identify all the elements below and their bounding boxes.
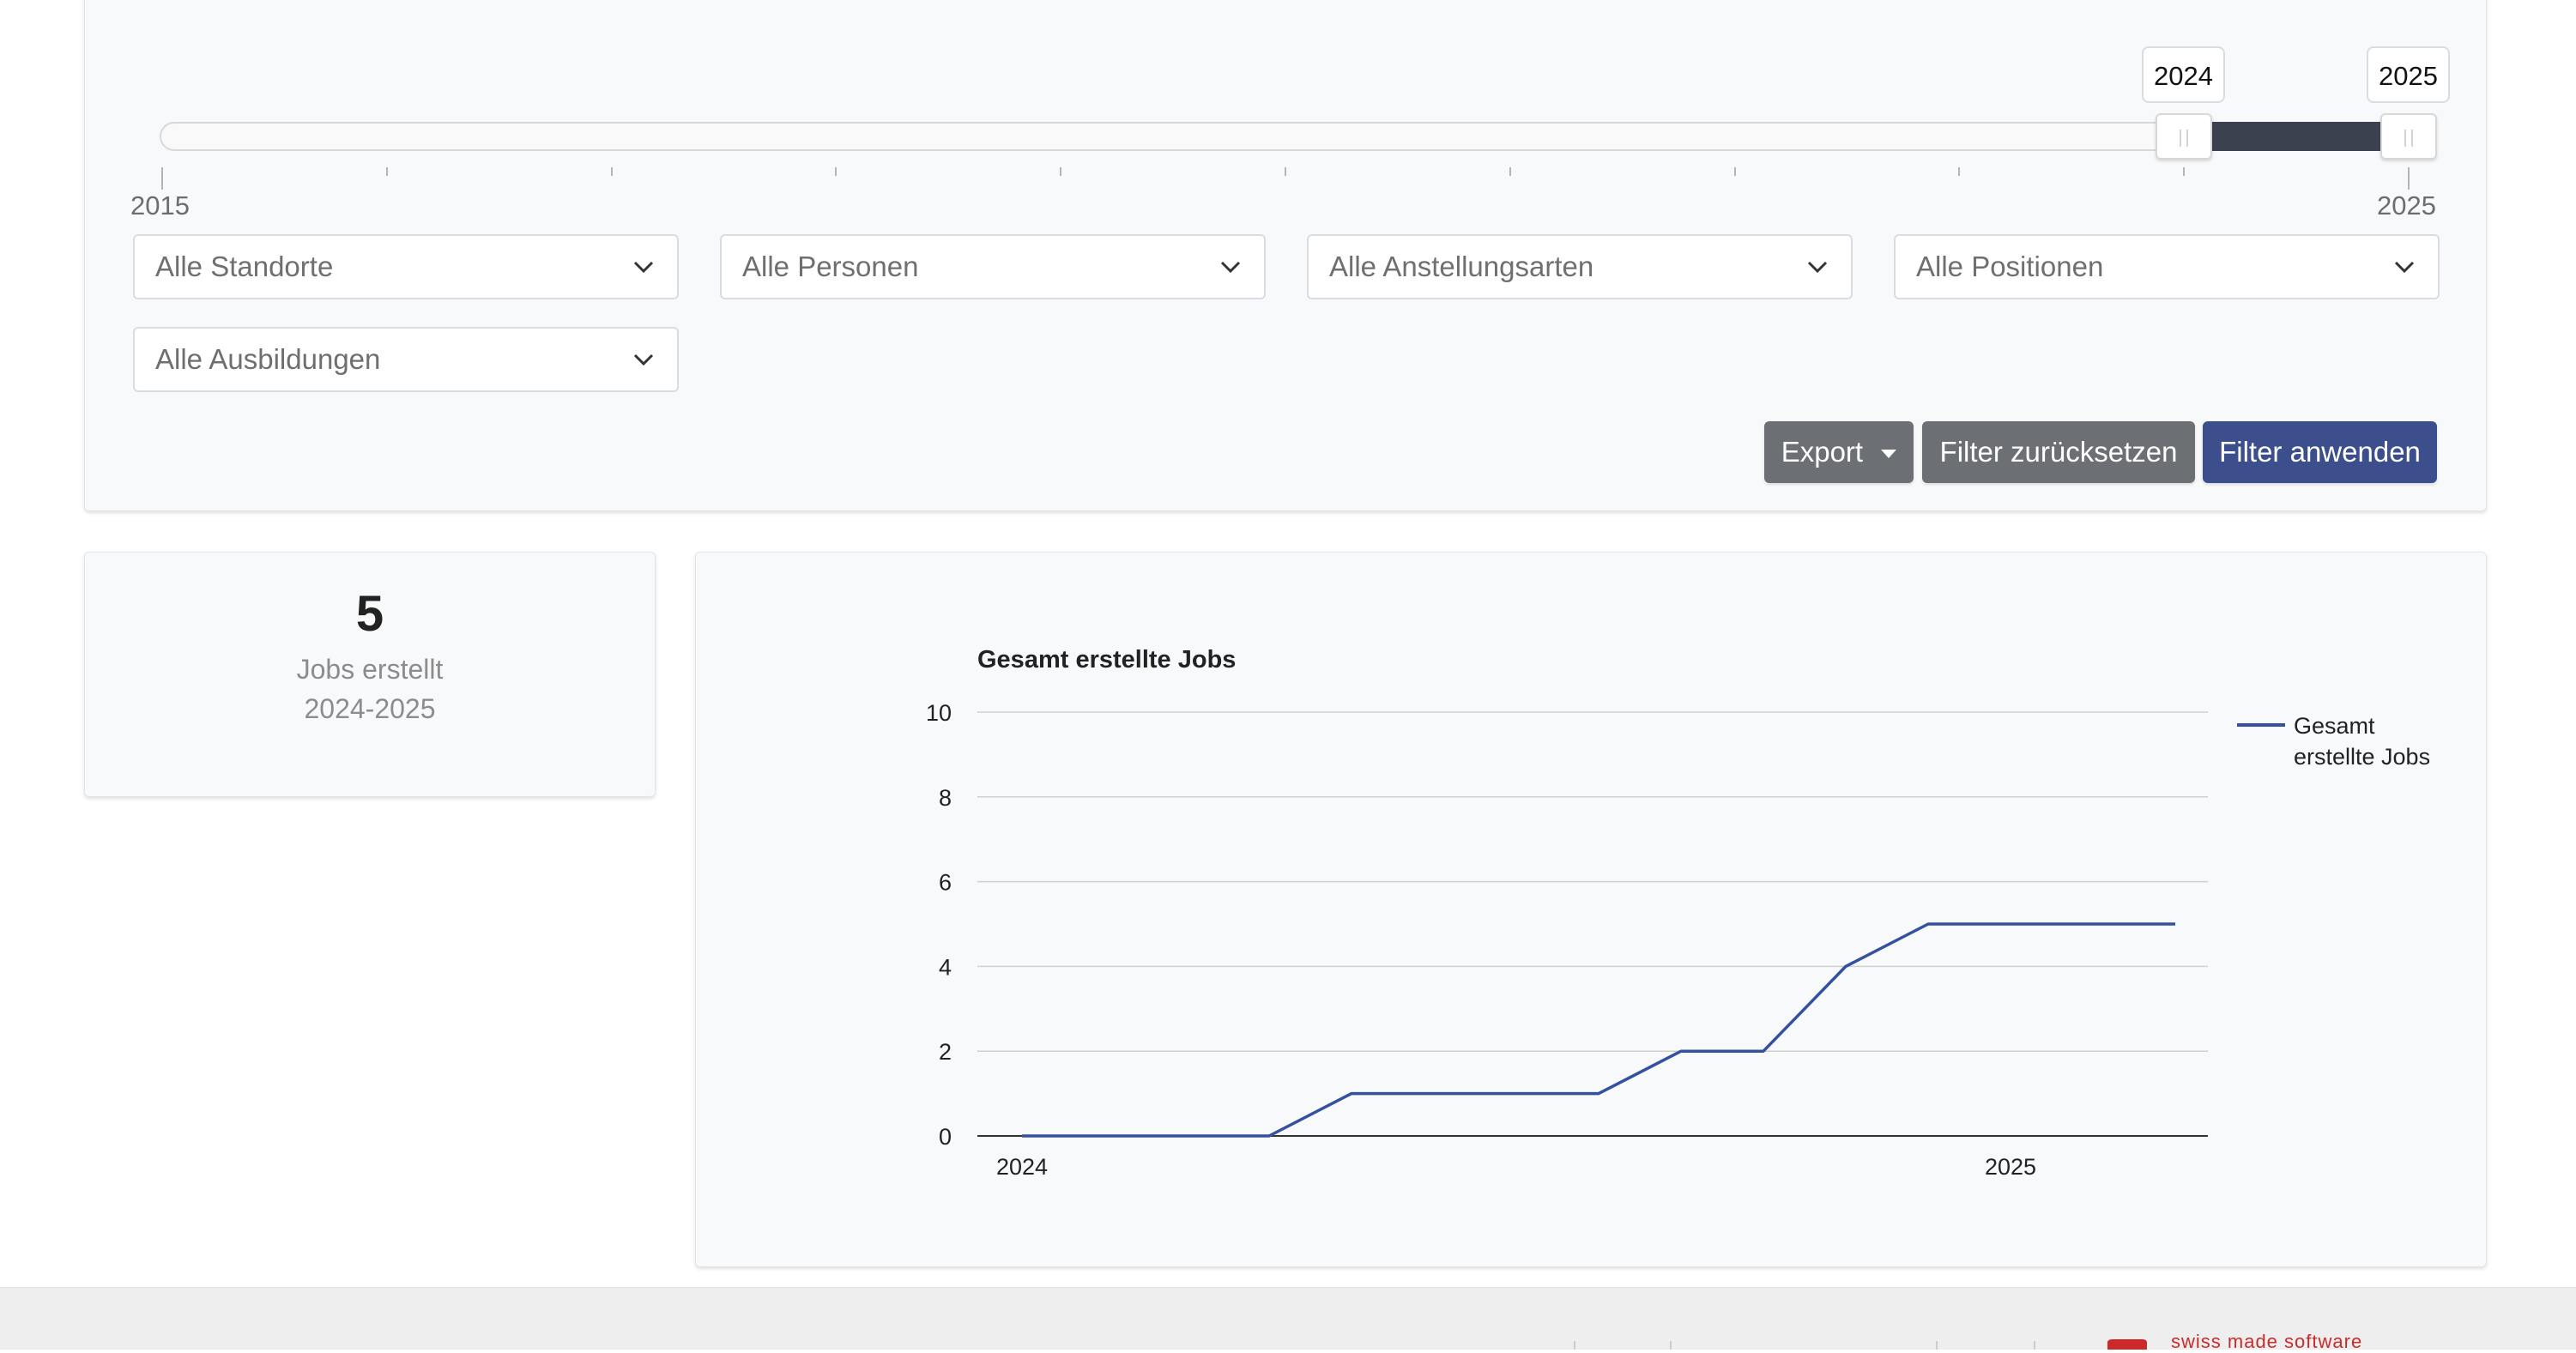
- y-tick-label-6: 6: [939, 870, 952, 896]
- stat-label: Jobs erstellt: [296, 654, 444, 685]
- chevron-down-icon: [2394, 261, 2415, 274]
- stat-card: 5 Jobs erstellt 2024-2025: [84, 552, 656, 797]
- x-tick-label-2024: 2024: [996, 1154, 1048, 1180]
- employment-type-select[interactable]: Alle Anstellungsarten: [1307, 234, 1853, 299]
- person-select[interactable]: Alle Personen: [720, 234, 1266, 299]
- stat-period: 2024-2025: [304, 693, 436, 724]
- chart-title: Gesamt erstellte Jobs: [977, 646, 1236, 673]
- location-select[interactable]: Alle Standorte: [133, 234, 679, 299]
- reset-filter-button[interactable]: Filter zurücksetzen: [1922, 421, 2195, 483]
- y-tick-label-4: 4: [939, 954, 952, 980]
- y-tick-label-2: 2: [939, 1039, 952, 1065]
- education-select-value: Alle Ausbildungen: [155, 343, 381, 375]
- line-chart: Gesamt erstellte Jobs 0 2 4 6 8 10 2024 2025 Gesa…: [926, 646, 2430, 1180]
- apply-filter-button[interactable]: Filter anwenden: [2203, 421, 2437, 483]
- footer-brand-text[interactable]: swiss made software: [2171, 1331, 2362, 1353]
- location-select-value: Alle Standorte: [155, 251, 334, 282]
- stat-value: 5: [355, 586, 384, 642]
- year-to-bubble: 2025: [2367, 46, 2450, 103]
- legend-label: Gesamt erstellte Jobs: [2294, 713, 2430, 770]
- education-select[interactable]: Alle Ausbildungen: [133, 327, 679, 392]
- y-tick-label-10: 10: [926, 700, 952, 726]
- chevron-down-icon: [1807, 261, 1828, 274]
- year-tick-2022: [1733, 167, 1736, 176]
- chart-card: Gesamt erstellte Jobs 0 2 4 6 8 10 2024 2025 Gesa…: [695, 552, 2487, 1267]
- year-slider-selected-range: [2183, 122, 2408, 151]
- year-tick-2023: [1958, 167, 1961, 176]
- year-tick-2025: [2408, 167, 2410, 190]
- year-tick-2019: [1060, 167, 1062, 176]
- year-tick-2015: [161, 167, 163, 190]
- series-line-0: [1022, 922, 2175, 1138]
- chevron-down-icon: [633, 261, 654, 274]
- year-tick-2020: [1285, 167, 1286, 176]
- year-from-bubble: 2024: [2142, 46, 2225, 103]
- x-tick-label-2025: 2025: [1985, 1154, 2036, 1180]
- caret-down-icon: [1881, 450, 1897, 459]
- year-tick-2021: [1509, 167, 1511, 176]
- y-tick-label-0: 0: [939, 1124, 952, 1150]
- export-dropdown-button[interactable]: Export: [1764, 421, 1914, 483]
- year-slider-to-handle[interactable]: [2380, 113, 2437, 160]
- person-select-value: Alle Personen: [742, 251, 919, 282]
- year-tick-2018: [835, 167, 838, 176]
- year-tick-2024: [2183, 167, 2186, 176]
- position-select-value: Alle Positionen: [1916, 251, 2104, 282]
- year-slider-start-label: 2015: [130, 190, 190, 220]
- chevron-down-icon: [1220, 261, 1241, 274]
- chevron-down-icon: [633, 353, 654, 366]
- y-tick-label-8: 8: [939, 785, 952, 811]
- employment-type-select-value: Alle Anstellungsarten: [1329, 251, 1594, 282]
- year-slider-end-label: 2025: [2377, 190, 2436, 220]
- position-select[interactable]: Alle Positionen: [1894, 234, 2440, 299]
- export-button-label: Export: [1781, 436, 1864, 468]
- year-slider-track[interactable]: [160, 122, 2437, 151]
- footer: swiss made software: [0, 1287, 2576, 1353]
- year-slider-from-handle[interactable]: [2156, 113, 2212, 160]
- year-tick-2017: [610, 167, 613, 176]
- year-tick-2016: [385, 167, 388, 176]
- swiss-made-software-logo-icon: [2107, 1339, 2147, 1350]
